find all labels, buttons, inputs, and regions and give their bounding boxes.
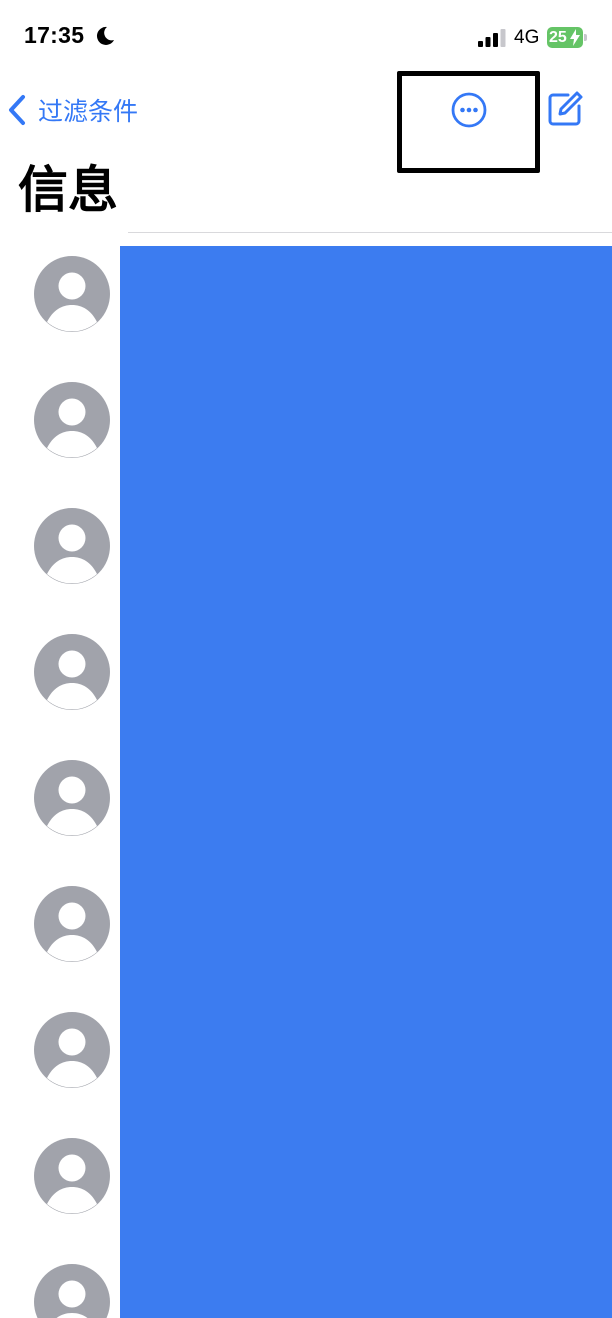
person-avatar-icon[interactable]: [34, 634, 110, 710]
person-avatar-icon[interactable]: [34, 508, 110, 584]
charging-bolt-icon: [570, 29, 580, 46]
back-button[interactable]: 过滤条件: [6, 88, 138, 132]
person-avatar-icon[interactable]: [34, 382, 110, 458]
signal-bars-icon: [478, 29, 506, 47]
status-time: 17:35: [24, 22, 85, 48]
battery-body: 25: [547, 27, 583, 48]
page-title: 信息: [18, 161, 118, 219]
battery-cap: [584, 34, 587, 41]
battery-level: 25: [549, 29, 567, 46]
redaction-overlay: [120, 246, 612, 1318]
person-avatar-icon[interactable]: [34, 760, 110, 836]
compose-icon[interactable]: [544, 88, 586, 130]
person-avatar-icon[interactable]: [34, 1138, 110, 1214]
chevron-left-icon: [9, 95, 25, 125]
person-avatar-icon[interactable]: [34, 1012, 110, 1088]
moon-icon: [96, 26, 114, 45]
back-label: 过滤条件: [38, 97, 139, 126]
ellipsis-circle-icon[interactable]: [447, 88, 491, 132]
separator: [128, 232, 612, 233]
status-bar: 17:35 4G 25: [0, 0, 612, 70]
battery-charging-icon: 25: [547, 27, 588, 48]
messages-screen: 17:35 4G 25 过滤条件 信息: [0, 0, 612, 1318]
network-type: 4G: [514, 27, 540, 48]
person-avatar-icon[interactable]: [34, 1264, 110, 1318]
person-avatar-icon[interactable]: [34, 886, 110, 962]
person-avatar-icon[interactable]: [34, 256, 110, 332]
